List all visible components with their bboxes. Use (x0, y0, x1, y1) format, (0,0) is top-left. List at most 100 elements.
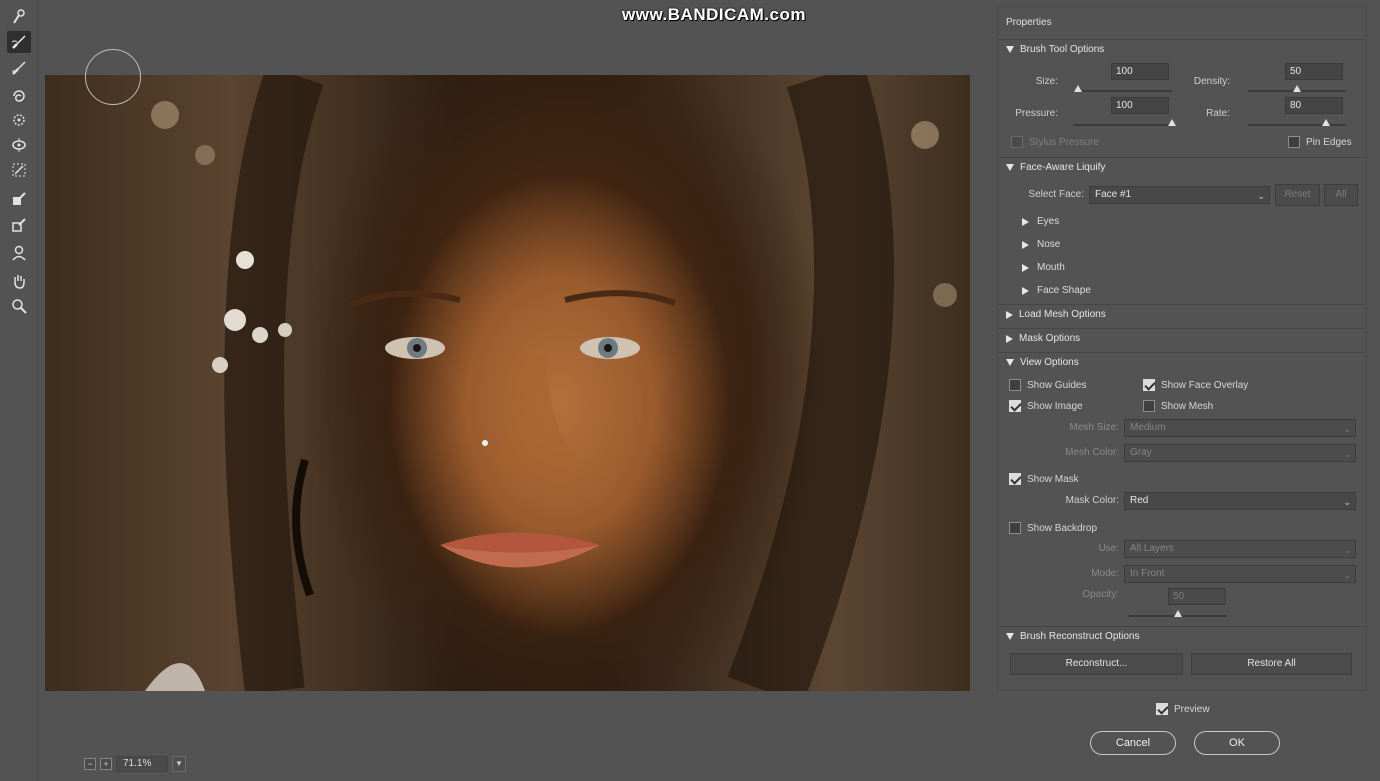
checkbox[interactable] (1288, 136, 1300, 148)
bloat-icon[interactable] (7, 134, 31, 156)
chevron-down-icon[interactable]: ▼ (172, 756, 186, 772)
view-options-header[interactable]: View Options (998, 352, 1364, 372)
checkbox-label: Show Face Overlay (1161, 379, 1249, 391)
zoom-value[interactable]: 71.1% (116, 756, 168, 772)
chevron-down-icon: ⌄ (1343, 545, 1351, 555)
zoom-control: − + 71.1% ▼ (84, 756, 186, 772)
brush-cursor (85, 49, 141, 105)
checkbox[interactable] (1009, 473, 1021, 485)
zoom-icon[interactable] (7, 295, 31, 317)
checkbox[interactable] (1009, 522, 1021, 534)
pucker-icon[interactable] (7, 109, 31, 131)
smooth-brush-icon[interactable] (7, 57, 31, 79)
zoom-out-button[interactable]: − (84, 758, 96, 770)
checkbox[interactable] (1143, 379, 1155, 391)
section-title: Mask Options (1019, 333, 1081, 344)
watermark: www.BANDICAM.com (622, 5, 806, 24)
chevron-down-icon: ⌄ (1343, 424, 1351, 434)
select-value: Medium (1130, 422, 1166, 433)
slider-thumb[interactable] (1073, 85, 1082, 92)
rate-slider[interactable] (1248, 119, 1346, 129)
face-shape-subsection[interactable]: Face Shape (1022, 285, 1091, 296)
mask-color-dropdown[interactable]: Red ⌄ (1124, 492, 1356, 510)
chevron-right-icon (1006, 334, 1013, 343)
reset-button[interactable]: Reset (1275, 184, 1320, 206)
eyes-subsection[interactable]: Eyes (1022, 216, 1059, 227)
slider-thumb[interactable] (1174, 610, 1182, 617)
mesh-size-dropdown[interactable]: Medium ⌄ (1124, 419, 1356, 437)
restore-all-button[interactable]: Restore All (1191, 653, 1352, 675)
select-face-dropdown[interactable]: Face #1 ⌄ (1089, 186, 1270, 204)
show-backdrop-checkbox[interactable]: Show Backdrop (1009, 522, 1097, 534)
brush-tool-options-header[interactable]: Brush Tool Options (998, 39, 1364, 59)
checkbox[interactable] (1143, 400, 1155, 412)
checkbox-label: Show Guides (1027, 379, 1087, 391)
density-input[interactable]: 50 (1285, 63, 1343, 80)
checkbox[interactable] (1011, 136, 1023, 148)
show-face-overlay-checkbox[interactable]: Show Face Overlay (1143, 379, 1248, 391)
hand-icon[interactable] (7, 270, 31, 292)
thaw-mask-icon[interactable] (7, 214, 31, 236)
show-image-checkbox[interactable]: Show Image (1009, 400, 1083, 412)
reconstruct-button[interactable]: Reconstruct... (1010, 653, 1183, 675)
nose-subsection[interactable]: Nose (1022, 239, 1060, 250)
slider-thumb[interactable] (1293, 85, 1301, 92)
mesh-color-dropdown[interactable]: Gray ⌄ (1124, 444, 1356, 462)
checkbox-label: Show Image (1027, 400, 1083, 412)
checkbox[interactable] (1009, 379, 1021, 391)
opacity-input[interactable]: 50 (1168, 588, 1226, 605)
opacity-slider[interactable] (1129, 610, 1227, 620)
face-aware-liquify-header[interactable]: Face-Aware Liquify (998, 157, 1364, 177)
show-mesh-checkbox[interactable]: Show Mesh (1143, 400, 1213, 412)
use-label: Use: (1098, 543, 1119, 554)
all-button[interactable]: All (1324, 184, 1358, 206)
zoom-in-button[interactable]: + (100, 758, 112, 770)
select-value: All Layers (1130, 543, 1174, 554)
brush-reconstruct-options-header[interactable]: Brush Reconstruct Options (998, 626, 1364, 646)
freeze-mask-icon[interactable] (7, 188, 31, 210)
pressure-input[interactable]: 100 (1111, 97, 1169, 114)
liquify-dialog: www.BANDICAM.com − + 71.1% ▼ Properties … (0, 0, 1380, 781)
chevron-down-icon: ⌄ (1257, 191, 1265, 201)
ok-button[interactable]: OK (1194, 731, 1280, 755)
select-value: Face #1 (1095, 189, 1132, 200)
mask-options-header[interactable]: Mask Options (998, 328, 1364, 348)
checkbox[interactable] (1156, 703, 1168, 715)
checkbox-label: Show Backdrop (1027, 522, 1098, 534)
twirl-icon[interactable] (7, 85, 31, 107)
chevron-down-icon (1006, 359, 1014, 366)
push-left-icon[interactable] (7, 159, 31, 181)
load-mesh-options-header[interactable]: Load Mesh Options (998, 304, 1364, 324)
rate-input[interactable]: 80 (1285, 97, 1343, 114)
show-guides-checkbox[interactable]: Show Guides (1009, 379, 1086, 391)
chevron-right-icon (1022, 286, 1029, 295)
reconstruct-brush-icon[interactable] (7, 31, 31, 53)
forward-warp-icon[interactable] (7, 6, 31, 28)
stylus-pressure-checkbox[interactable]: Stylus Pressure (1011, 136, 1099, 148)
checkbox-label: Pin Edges (1306, 136, 1352, 148)
checkbox-label: Show Mask (1027, 473, 1079, 485)
mesh-size-label: Mesh Size: (1069, 422, 1119, 433)
opacity-label: Opacity: (1082, 589, 1119, 600)
mode-dropdown[interactable]: In Front ⌄ (1124, 565, 1356, 583)
preview-checkbox[interactable]: Preview (1156, 703, 1210, 715)
use-dropdown[interactable]: All Layers ⌄ (1124, 540, 1356, 558)
properties-panel: Properties Brush Tool Options Size: 100 … (997, 6, 1367, 691)
density-slider[interactable] (1248, 85, 1346, 95)
chevron-down-icon: ⌄ (1343, 570, 1351, 580)
chevron-down-icon (1006, 633, 1014, 640)
face-tool-icon[interactable] (7, 242, 31, 264)
slider-thumb[interactable] (1168, 119, 1176, 126)
checkbox[interactable] (1009, 400, 1021, 412)
slider-thumb[interactable] (1322, 119, 1331, 126)
portrait-photo[interactable] (45, 75, 970, 691)
size-input[interactable]: 100 (1111, 63, 1169, 80)
preview-canvas[interactable]: www.BANDICAM.com − + 71.1% ▼ (39, 0, 989, 781)
pin-edges-checkbox[interactable]: Pin Edges (1288, 136, 1352, 148)
size-slider[interactable] (1073, 85, 1172, 95)
chevron-down-icon: ⌄ (1343, 449, 1351, 459)
pressure-slider[interactable] (1074, 119, 1176, 129)
mouth-subsection[interactable]: Mouth (1022, 262, 1065, 273)
cancel-button[interactable]: Cancel (1090, 731, 1176, 755)
show-mask-checkbox[interactable]: Show Mask (1009, 473, 1079, 485)
